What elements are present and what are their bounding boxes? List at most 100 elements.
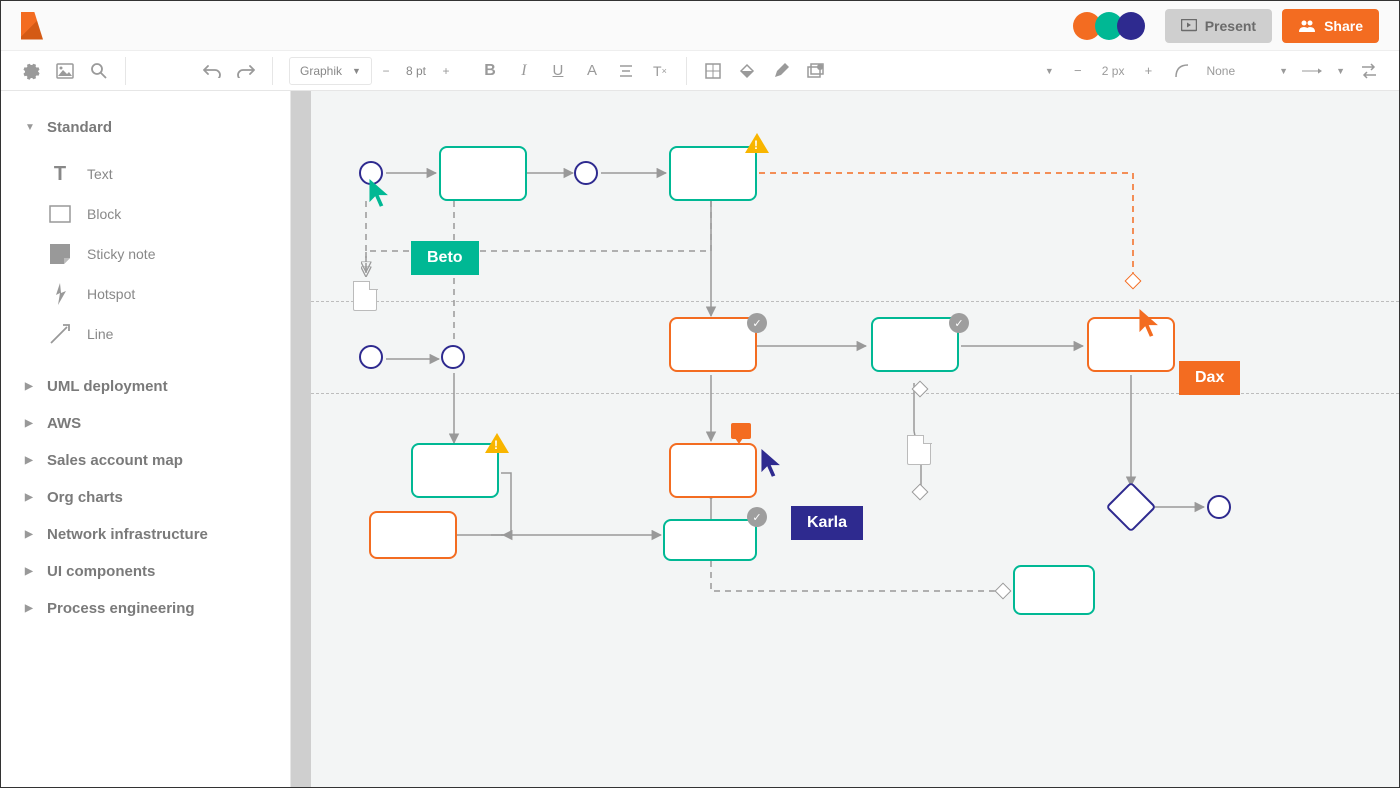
comment-icon[interactable] [731,423,751,439]
document-icon[interactable] [907,435,931,465]
clear-format-icon[interactable]: T× [650,61,670,81]
increase-font-icon[interactable]: + [436,61,456,81]
canvas-area[interactable]: ✓ ✓ ✓ [291,91,1399,787]
chevron-right-icon: ▶ [25,492,35,503]
line-style-value: None [1206,64,1235,78]
play-icon [1181,19,1197,33]
flow-node[interactable] [439,146,527,201]
present-button[interactable]: Present [1165,9,1272,43]
chevron-down-icon[interactable]: ▼ [1045,66,1054,76]
category-label: Network infrastructure [47,526,208,543]
category-label: Standard [47,119,112,136]
font-size-value: 8 pt [406,64,426,78]
align-icon[interactable] [616,61,636,81]
user-cursor-beto [369,179,393,209]
category-uml[interactable]: ▶UML deployment [1,368,290,405]
flow-node[interactable] [871,317,959,372]
category-aws[interactable]: ▶ AWS [1,405,290,442]
shape-label: Text [87,166,113,182]
image-icon[interactable] [55,61,75,81]
category-network[interactable]: ▶ Network infrastructure [1,516,290,553]
redo-icon[interactable] [236,61,256,81]
arrow-style-icon[interactable] [1302,61,1322,81]
chevron-down-icon: ▼ [25,122,35,133]
decrease-border-icon[interactable]: − [1068,61,1088,81]
flow-node[interactable] [369,511,457,559]
flow-node[interactable] [669,317,757,372]
border-width-value: 2 px [1102,64,1125,78]
share-label: Share [1324,18,1363,34]
end-node[interactable] [1207,495,1231,519]
chevron-right-icon: ▶ [25,418,35,429]
gear-icon[interactable] [21,61,41,81]
layers-icon[interactable] [805,61,825,81]
ruler-vertical [291,91,311,787]
chevron-down-icon[interactable]: ▼ [1279,66,1288,76]
toolbar: Graphik ▼ − 8 pt + B I U A T× ▼ − 2 px [1,51,1399,91]
present-label: Present [1205,18,1256,34]
sticky-icon [49,243,71,265]
flow-node[interactable] [669,146,757,201]
increase-border-icon[interactable]: + [1138,61,1158,81]
search-icon[interactable] [89,61,109,81]
category-label: AWS [47,415,81,432]
user-tag-dax: Dax [1179,361,1240,395]
shape-line[interactable]: Line [1,314,290,354]
shape-text[interactable]: T Text [1,154,290,194]
chevron-down-icon: ▼ [352,66,361,76]
underline-icon[interactable]: U [548,61,568,81]
avatar[interactable] [1117,12,1145,40]
document-icon[interactable] [353,281,377,311]
gateway-node[interactable] [574,161,598,185]
fill-bucket-icon[interactable] [737,61,757,81]
user-tag-karla: Karla [791,506,863,540]
user-cursor-karla [761,449,785,479]
text-color-icon[interactable]: A [582,61,602,81]
topbar: Present Share [1,1,1399,51]
bold-icon[interactable]: B [480,61,500,81]
shape-label: Hotspot [87,286,135,302]
logo[interactable] [21,12,43,40]
shape-label: Line [87,326,113,342]
start-node[interactable] [359,345,383,369]
flow-node[interactable] [1013,565,1095,615]
undo-icon[interactable] [202,61,222,81]
share-button[interactable]: Share [1282,9,1379,43]
shape-fill-icon[interactable] [703,61,723,81]
flow-node[interactable] [669,443,757,498]
shape-hotspot[interactable]: Hotspot [1,274,290,314]
shape-label: Block [87,206,121,222]
category-standard[interactable]: ▼ Standard [1,109,290,146]
font-family-value: Graphik [300,64,342,78]
italic-icon[interactable]: I [514,61,534,81]
user-cursor-dax [1139,309,1163,339]
chevron-right-icon: ▶ [25,455,35,466]
category-label: Sales account map [47,452,183,469]
warning-badge [485,433,509,453]
chevron-right-icon: ▶ [25,529,35,540]
decrease-font-icon[interactable]: − [376,61,396,81]
check-badge: ✓ [747,507,767,527]
warning-badge [745,133,769,153]
swap-arrows-icon[interactable] [1359,61,1379,81]
shape-label: Sticky note [87,246,155,262]
shapes-sidebar: ▼ Standard T Text Block Sticky note [1,91,291,787]
gateway-node[interactable] [441,345,465,369]
font-family-select[interactable]: Graphik ▼ [289,57,372,85]
category-ui[interactable]: ▶UI components [1,553,290,590]
block-icon [49,203,71,225]
shape-block[interactable]: Block [1,194,290,234]
category-label: Org charts [47,489,123,506]
category-label: Process engineering [47,600,195,617]
flow-node[interactable] [663,519,757,561]
category-org[interactable]: ▶ Org charts [1,479,290,516]
line-shape-icon[interactable] [1172,61,1192,81]
category-sales[interactable]: ▶ Sales account map [1,442,290,479]
category-process[interactable]: ▶Process engineering [1,590,290,627]
chevron-down-icon[interactable]: ▼ [1336,66,1345,76]
main: ▼ Standard T Text Block Sticky note [1,91,1399,787]
pencil-icon[interactable] [771,61,791,81]
user-tag-beto: Beto [411,241,479,275]
collaborator-avatars [1079,12,1145,40]
shape-sticky[interactable]: Sticky note [1,234,290,274]
